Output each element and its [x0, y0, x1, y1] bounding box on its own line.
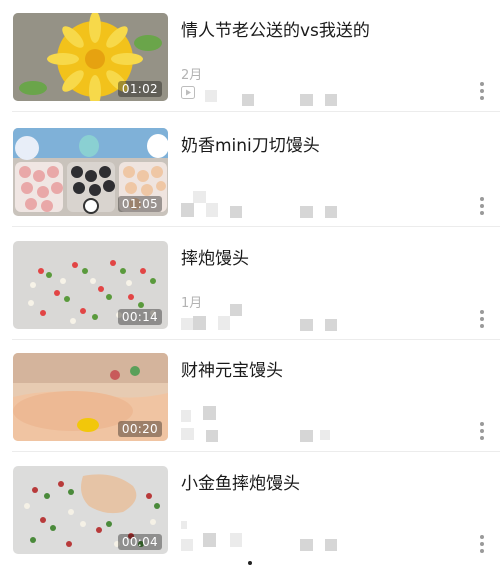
video-thumbnail[interactable]: 00:04 [13, 466, 168, 554]
redacted-block [230, 206, 242, 218]
more-vertical-icon[interactable] [480, 422, 484, 440]
redacted-block [325, 206, 337, 218]
redacted-block [300, 206, 313, 218]
redacted-block [300, 430, 313, 442]
video-duration: 01:02 [117, 81, 162, 97]
video-duration: 00:14 [117, 309, 162, 325]
redacted-block [242, 94, 254, 106]
redacted-block [181, 539, 193, 551]
redacted-block [325, 94, 337, 106]
redacted-block [193, 316, 206, 330]
video-duration: 00:04 [117, 534, 162, 550]
video-title[interactable]: 财神元宝馒头 [181, 356, 283, 381]
play-icon [181, 86, 195, 99]
video-thumbnail[interactable]: 00:14 [13, 241, 168, 329]
more-vertical-icon[interactable] [480, 310, 484, 328]
video-thumbnail[interactable]: 00:20 [13, 353, 168, 441]
redacted-block [320, 430, 330, 440]
video-date: 2月 [181, 68, 203, 83]
page-indicator-dot [248, 561, 252, 565]
video-date: 1月 [181, 296, 203, 311]
list-item[interactable]: 01:05 奶香mini刀切馒头 [0, 115, 500, 227]
video-duration: 00:20 [117, 421, 162, 437]
redacted-block [181, 428, 194, 440]
redacted-block [181, 521, 187, 529]
redacted-block [300, 319, 313, 331]
redacted-block [203, 533, 216, 547]
redacted-block [203, 406, 216, 420]
video-title[interactable]: 摔炮馒头 [181, 244, 249, 269]
redacted-block [230, 533, 242, 547]
video-title[interactable]: 奶香mini刀切馒头 [181, 131, 320, 156]
more-vertical-icon[interactable] [480, 197, 484, 215]
redacted-block [205, 90, 217, 102]
redacted-block [206, 430, 218, 442]
redacted-block [181, 410, 191, 422]
more-vertical-icon[interactable] [480, 82, 484, 100]
video-duration: 01:05 [117, 196, 162, 212]
video-thumbnail[interactable]: 01:02 [13, 13, 168, 101]
redacted-block [193, 191, 206, 203]
video-title[interactable]: 情人节老公送的vs我送的 [181, 16, 370, 41]
list-item[interactable]: 00:04 小金鱼摔炮馒头 [0, 453, 500, 565]
list-item[interactable]: 00:14 摔炮馒头 1月 [0, 228, 500, 340]
redacted-block [181, 203, 194, 217]
more-vertical-icon[interactable] [480, 535, 484, 553]
video-thumbnail[interactable]: 01:05 [13, 128, 168, 216]
video-title[interactable]: 小金鱼摔炮馒头 [181, 469, 300, 494]
redacted-block [300, 94, 313, 106]
list-item[interactable]: 01:02 情人节老公送的vs我送的 2月 [0, 0, 500, 112]
redacted-block [325, 539, 337, 551]
redacted-block [300, 539, 313, 551]
redacted-block [218, 316, 230, 330]
redacted-block [181, 318, 193, 330]
list-item[interactable]: 00:20 财神元宝馒头 [0, 340, 500, 452]
redacted-block [206, 203, 218, 217]
redacted-block [325, 319, 337, 331]
redacted-block [230, 304, 242, 316]
